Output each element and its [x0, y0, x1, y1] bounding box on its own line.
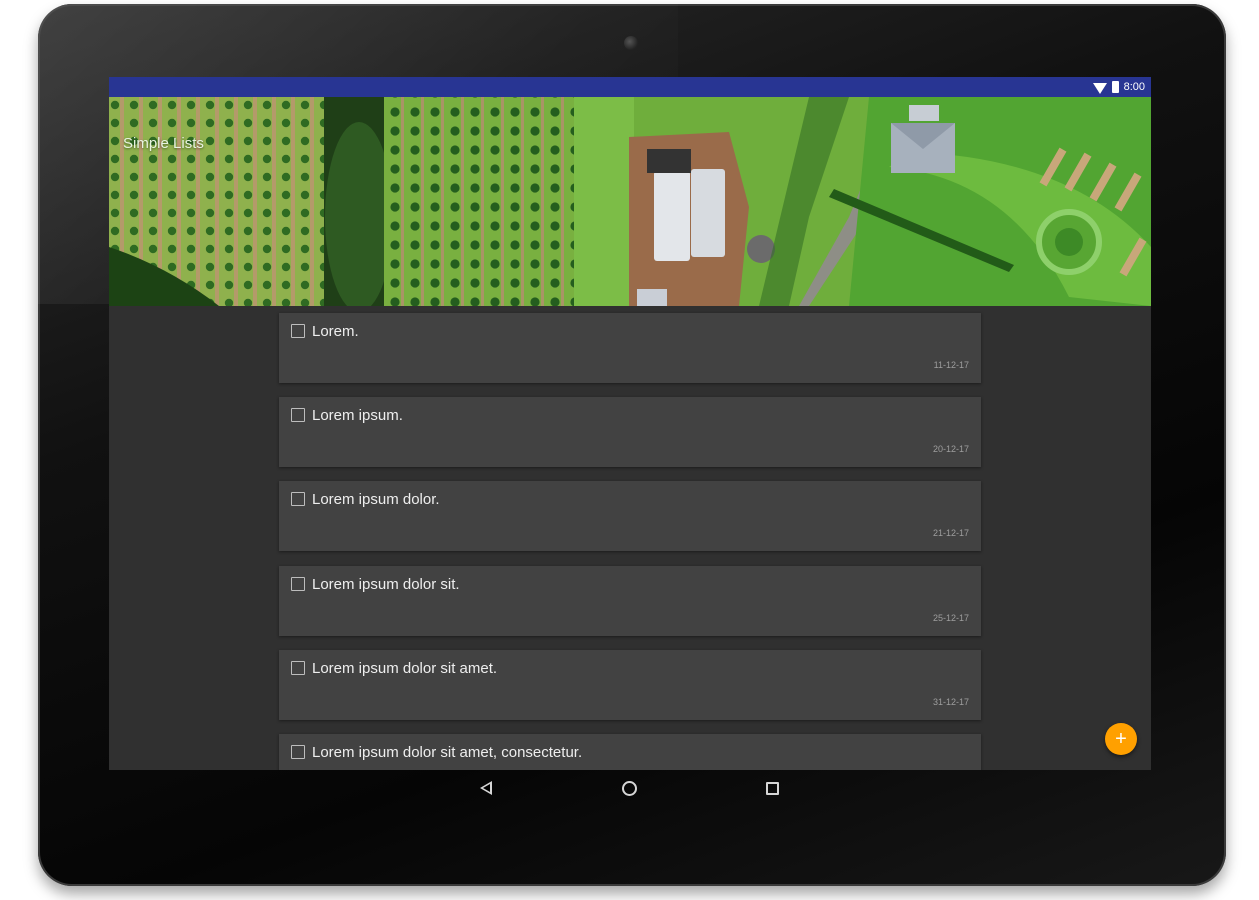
wifi-icon	[1092, 82, 1107, 94]
header-image: Simple Lists	[109, 97, 1151, 306]
item-title: Lorem ipsum.	[312, 407, 403, 424]
front-camera	[624, 36, 638, 50]
item-checkbox[interactable]	[291, 324, 305, 338]
item-date: 21-12-17	[932, 528, 969, 538]
item-date: 11-12-17	[933, 360, 969, 370]
status-bar: 8:00	[109, 77, 1151, 97]
item-title: Lorem ipsum dolor sit.	[312, 576, 460, 593]
item-checkbox[interactable]	[291, 408, 305, 422]
item-title: Lorem ipsum dolor sit amet.	[312, 660, 498, 677]
back-icon[interactable]	[480, 781, 492, 795]
item-checkbox[interactable]	[291, 492, 305, 506]
list-item[interactable]: Lorem ipsum dolor sit. 25-12-17	[279, 566, 981, 636]
list-item[interactable]: Lorem. 11-12-17	[279, 313, 981, 383]
item-title: Lorem ipsum dolor sit amet, consectetur.	[312, 744, 583, 761]
item-date: 31-12-17	[932, 697, 969, 707]
item-checkbox[interactable]	[291, 577, 305, 591]
list-item[interactable]: Lorem ipsum dolor. 21-12-17	[279, 481, 981, 551]
item-title: Lorem.	[312, 323, 359, 340]
battery-icon	[1111, 81, 1119, 93]
app-title: Simple Lists	[123, 135, 204, 152]
aerial-farm-image	[109, 97, 1151, 306]
home-icon[interactable]	[622, 781, 637, 796]
list-item[interactable]: Lorem ipsum dolor sit amet. 31-12-17	[279, 650, 981, 720]
add-item-button[interactable]: +	[1105, 723, 1137, 755]
list-item[interactable]: Lorem ipsum dolor sit amet, consectetur.	[279, 734, 981, 770]
item-date: 25-12-17	[932, 613, 969, 623]
recents-icon[interactable]	[766, 782, 779, 795]
plus-icon: +	[1115, 727, 1127, 750]
screen: 8:00 Simple Lists Lorem. 11-12-17 Lorem …	[109, 77, 1151, 770]
item-checkbox[interactable]	[291, 745, 305, 759]
list-item[interactable]: Lorem ipsum. 20-12-17	[279, 397, 981, 467]
item-title: Lorem ipsum dolor.	[312, 491, 440, 508]
item-checkbox[interactable]	[291, 661, 305, 675]
item-date: 20-12-17	[932, 444, 969, 454]
status-time: 8:00	[1123, 81, 1145, 93]
